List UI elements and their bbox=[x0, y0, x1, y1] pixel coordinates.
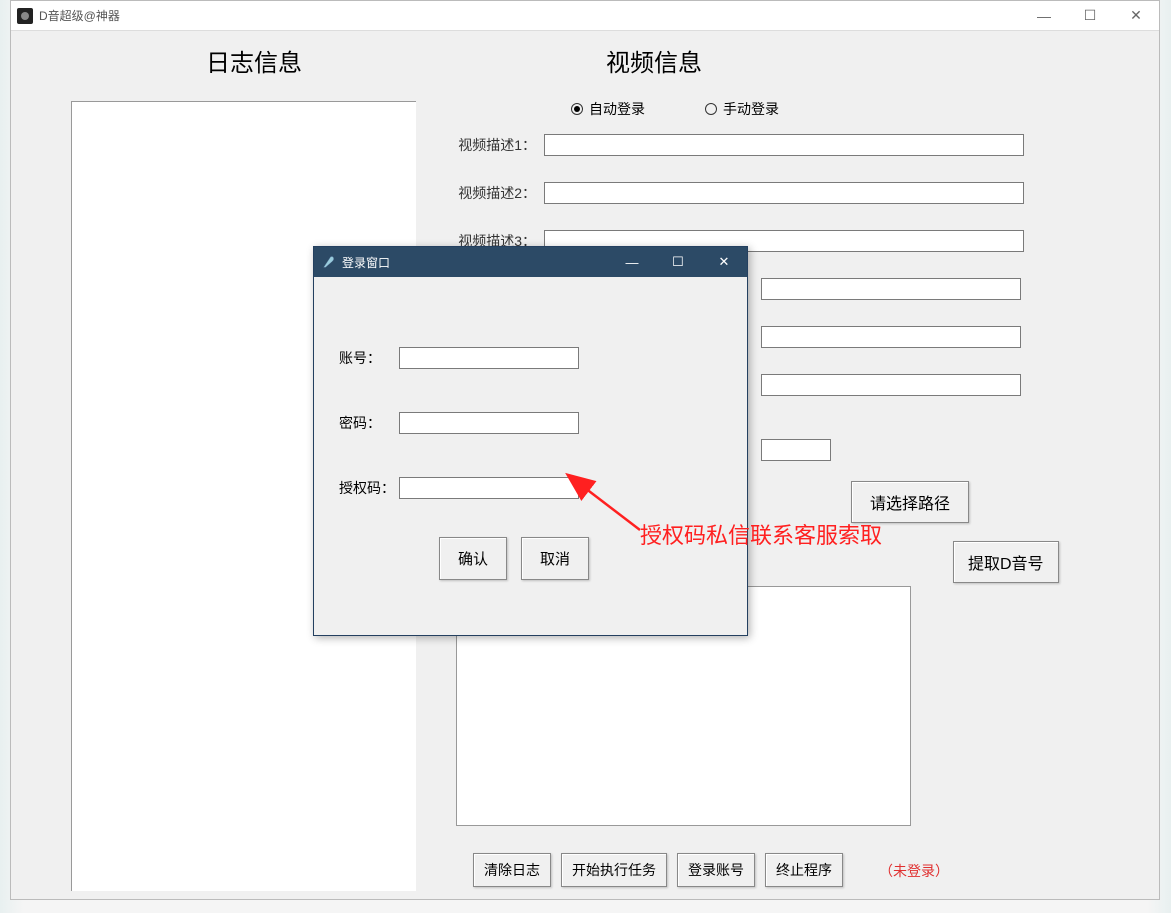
login-dialog-title: 登录窗口 bbox=[342, 254, 390, 271]
extra-input-4[interactable] bbox=[761, 439, 831, 461]
video-desc1-input[interactable] bbox=[544, 134, 1024, 156]
annotation-text: 授权码私信联系客服索取 bbox=[640, 518, 882, 550]
main-titlebar: D音超级@神器 — ☐ ✕ bbox=[11, 1, 1159, 31]
account-label: 账号： bbox=[339, 348, 399, 368]
extra-input-1[interactable] bbox=[761, 278, 1021, 300]
account-row: 账号： bbox=[339, 347, 579, 369]
authcode-input[interactable] bbox=[399, 477, 579, 499]
video-desc1-label: 视频描述1： bbox=[456, 135, 536, 155]
extra-input-3[interactable] bbox=[761, 374, 1021, 396]
hidden-input-2 bbox=[761, 326, 1021, 348]
hidden-input-4 bbox=[761, 439, 831, 461]
login-window-controls: — ☐ ✕ bbox=[609, 247, 747, 277]
account-input[interactable] bbox=[399, 347, 579, 369]
radio-manual-login[interactable]: 手动登录 bbox=[705, 99, 779, 119]
authcode-row: 授权码： bbox=[339, 477, 579, 499]
login-close-button[interactable]: ✕ bbox=[701, 247, 747, 277]
login-button-row: 确认 取消 bbox=[439, 537, 589, 580]
feather-icon bbox=[322, 255, 336, 269]
video-section-title: 视频信息 bbox=[606, 43, 702, 78]
confirm-button[interactable]: 确认 bbox=[439, 537, 507, 580]
bottom-button-row: 清除日志 开始执行任务 登录账号 终止程序 bbox=[473, 853, 843, 887]
main-window-title: D音超级@神器 bbox=[39, 7, 120, 24]
log-section-title: 日志信息 bbox=[206, 43, 302, 78]
password-input[interactable] bbox=[399, 412, 579, 434]
radio-auto-label: 自动登录 bbox=[589, 99, 645, 119]
video-desc2-row: 视频描述2： bbox=[456, 182, 1024, 204]
extra-input-2[interactable] bbox=[761, 326, 1021, 348]
radio-checked-icon bbox=[571, 103, 583, 115]
app-icon bbox=[17, 8, 33, 24]
login-maximize-button[interactable]: ☐ bbox=[655, 247, 701, 277]
cancel-button[interactable]: 取消 bbox=[521, 537, 589, 580]
stop-program-button[interactable]: 终止程序 bbox=[765, 853, 843, 887]
close-button[interactable]: ✕ bbox=[1113, 1, 1159, 31]
extract-d-id-button[interactable]: 提取D音号 bbox=[953, 541, 1059, 583]
start-task-button[interactable]: 开始执行任务 bbox=[561, 853, 667, 887]
hidden-input-3 bbox=[761, 374, 1021, 396]
radio-unchecked-icon bbox=[705, 103, 717, 115]
login-account-button[interactable]: 登录账号 bbox=[677, 853, 755, 887]
main-window-controls: — ☐ ✕ bbox=[1021, 1, 1159, 31]
radio-auto-login[interactable]: 自动登录 bbox=[571, 99, 645, 119]
minimize-button[interactable]: — bbox=[1021, 1, 1067, 31]
video-desc2-input[interactable] bbox=[544, 182, 1024, 204]
video-desc1-row: 视频描述1： bbox=[456, 134, 1024, 156]
maximize-button[interactable]: ☐ bbox=[1067, 1, 1113, 31]
login-minimize-button[interactable]: — bbox=[609, 247, 655, 277]
password-label: 密码： bbox=[339, 413, 399, 433]
login-titlebar: 登录窗口 — ☐ ✕ bbox=[314, 247, 747, 277]
radio-manual-label: 手动登录 bbox=[723, 99, 779, 119]
choose-path-button[interactable]: 请选择路径 bbox=[851, 481, 969, 523]
hidden-input-1 bbox=[761, 278, 1021, 300]
authcode-label: 授权码： bbox=[339, 478, 399, 498]
clear-log-button[interactable]: 清除日志 bbox=[473, 853, 551, 887]
password-row: 密码： bbox=[339, 412, 579, 434]
video-desc2-label: 视频描述2： bbox=[456, 183, 536, 203]
login-mode-radios: 自动登录 手动登录 bbox=[571, 99, 779, 119]
login-status: （未登录） bbox=[879, 861, 949, 881]
login-dialog: 登录窗口 — ☐ ✕ 账号： 密码： 授权码： 确认 取消 bbox=[313, 246, 748, 636]
